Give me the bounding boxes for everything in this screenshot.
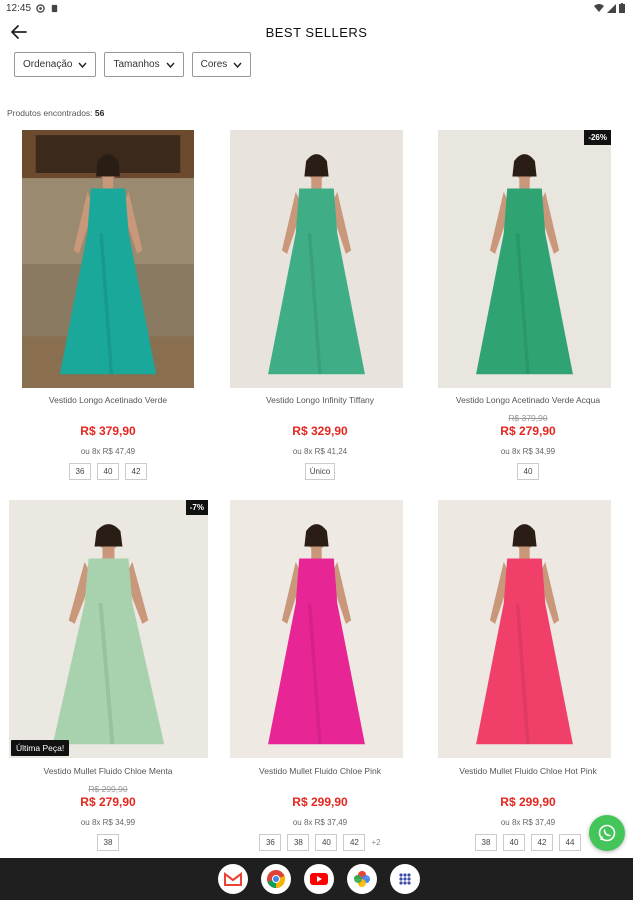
product-image[interactable] [22, 130, 194, 388]
battery-icon [619, 3, 625, 13]
results-count: Produtos encontrados: 56 [7, 108, 104, 118]
colors-filter-button[interactable]: Cores [191, 52, 252, 77]
size-option[interactable]: 42 [125, 463, 147, 480]
app-drawer[interactable] [390, 864, 420, 894]
size-options: Único [216, 463, 424, 480]
product-image[interactable]: -26% [438, 130, 611, 388]
app-header: BEST SELLERS [0, 18, 633, 48]
product-image[interactable]: -7% Última Peça! [9, 500, 208, 758]
product-old-price: R$ 379,90 [508, 413, 548, 423]
product-name[interactable]: Vestido Mullet Fluido Chloe Menta [0, 766, 216, 776]
product-installments: ou 8x R$ 34,99 [500, 447, 556, 456]
status-time: 12:45 [6, 3, 32, 14]
size-option[interactable]: 38 [97, 834, 119, 851]
product-image[interactable] [230, 130, 403, 388]
discount-badge: -7% [185, 500, 208, 515]
product-name[interactable]: Vestido Longo Acetinado Verde [0, 395, 216, 405]
settings-status-icon [36, 4, 45, 13]
page-title: BEST SELLERS [265, 25, 368, 40]
size-option[interactable]: 36 [259, 834, 282, 851]
chrome-app[interactable] [261, 864, 291, 894]
app-drawer-icon [399, 873, 411, 885]
size-options: 36 40 42 [0, 463, 216, 480]
product-price: R$ 379,90 [80, 424, 136, 438]
photos-app[interactable] [347, 864, 377, 894]
chevron-down-icon [78, 62, 88, 68]
product-name[interactable]: Vestido Longo Infinity Tiffany [216, 395, 424, 405]
product-price: R$ 329,90 [292, 424, 348, 438]
product-price: R$ 299,90 [292, 795, 348, 809]
whatsapp-button[interactable] [589, 815, 625, 851]
product-price: R$ 279,90 [80, 795, 136, 809]
status-bar: 12:45 [0, 0, 633, 18]
sort-filter-button[interactable]: Ordenação [14, 52, 97, 77]
product-name[interactable]: Vestido Longo Acetinado Verde Acqua [424, 395, 632, 405]
status-right-icons [594, 3, 625, 13]
whatsapp-icon [598, 824, 616, 842]
product-installments: ou 8x R$ 41,24 [292, 447, 348, 456]
youtube-icon [310, 873, 328, 885]
product-installments: ou 8x R$ 47,49 [80, 447, 136, 456]
filter-label: Ordenação [23, 59, 73, 70]
youtube-app[interactable] [304, 864, 334, 894]
product-old-price: R$ 299,90 [88, 784, 128, 794]
product-installments: ou 8x R$ 37,49 [292, 818, 348, 827]
signal-icon [607, 3, 616, 13]
product-price: R$ 299,90 [500, 795, 556, 809]
filter-label: Cores [200, 59, 228, 70]
gmail-icon [224, 872, 242, 886]
size-option[interactable]: 38 [287, 834, 310, 851]
results-label: Produtos encontrados: [7, 108, 93, 118]
discount-badge: -26% [584, 130, 611, 145]
results-number: 56 [94, 108, 105, 118]
filter-bar: Ordenação Tamanhos Cores [14, 52, 252, 77]
size-option[interactable]: 44 [559, 834, 581, 851]
size-option[interactable]: 40 [97, 463, 119, 480]
chrome-icon [267, 870, 286, 888]
product-price: R$ 279,90 [500, 424, 556, 438]
size-option[interactable]: Único [304, 463, 336, 480]
last-piece-tag: Última Peça! [11, 740, 70, 756]
more-sizes-label: +2 [371, 838, 381, 847]
chevron-down-icon [233, 62, 242, 68]
product-image[interactable] [438, 500, 611, 758]
photos-icon [354, 871, 370, 887]
product-image[interactable] [230, 500, 403, 758]
chevron-down-icon [166, 62, 175, 68]
filter-label: Tamanhos [113, 59, 160, 70]
product-name[interactable]: Vestido Mullet Fluido Chloe Pink [216, 766, 424, 776]
size-option[interactable]: 42 [343, 834, 366, 851]
size-option[interactable]: 40 [503, 834, 525, 851]
sim-status-icon [51, 4, 58, 13]
size-options: 38 [0, 834, 216, 851]
size-option[interactable]: 42 [531, 834, 553, 851]
size-option[interactable]: 40 [315, 834, 338, 851]
gmail-app[interactable] [218, 864, 248, 894]
android-dock [0, 858, 633, 900]
size-option[interactable]: 40 [517, 463, 539, 480]
product-installments: ou 8x R$ 34,99 [80, 818, 136, 827]
wifi-icon [594, 3, 604, 12]
size-option[interactable]: 36 [69, 463, 91, 480]
sizes-filter-button[interactable]: Tamanhos [104, 52, 184, 77]
product-name[interactable]: Vestido Mullet Fluido Chloe Hot Pink [424, 766, 632, 776]
size-options: 36 38 40 42 +2 [216, 834, 424, 851]
size-options: 40 [424, 463, 632, 480]
size-option[interactable]: 38 [475, 834, 497, 851]
